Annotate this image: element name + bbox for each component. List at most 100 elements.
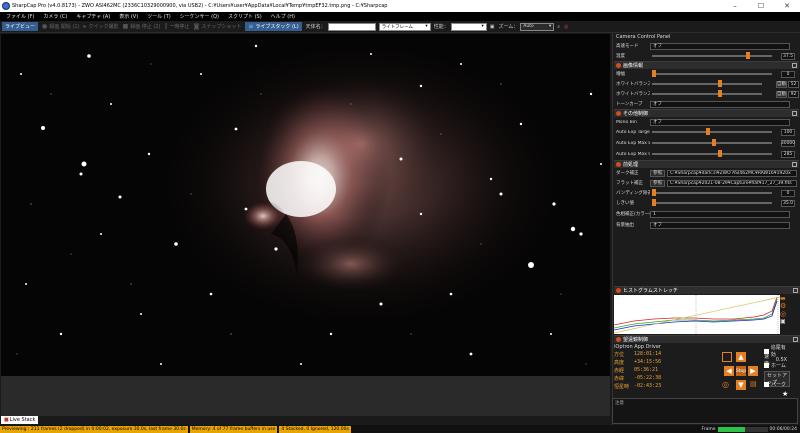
collapse-icon[interactable] <box>792 111 797 116</box>
profile-select[interactable]: ▾ <box>450 22 487 31</box>
flat-label: フラット補正 <box>616 181 643 186</box>
auto-exp-gain-thumb[interactable] <box>718 150 722 157</box>
wb-red-slider[interactable] <box>652 80 762 87</box>
temperature-label: 温度 <box>616 54 625 59</box>
gain-value: 0 <box>781 70 795 78</box>
slew-icon[interactable]: ▤ <box>750 380 757 388</box>
menu-file[interactable]: ファイル (F) <box>6 13 34 20</box>
target-icon[interactable]: ◎ <box>564 22 568 31</box>
wb-blue-auto-button[interactable]: 自動 <box>776 90 787 98</box>
other-section-header[interactable]: その他制御 <box>614 109 799 117</box>
histogram-save-icon[interactable]: ▣ <box>780 318 792 325</box>
profile-label: 性能： <box>433 24 449 30</box>
live-view-button[interactable]: ライブビュー <box>2 22 39 31</box>
target-scope-icon[interactable]: ◎ <box>722 380 729 389</box>
collapse-icon[interactable] <box>793 288 798 293</box>
flat-browse-button[interactable]: 参照 <box>650 179 665 187</box>
home-icon[interactable] <box>722 352 732 362</box>
auto-exp-target-slider[interactable] <box>652 128 772 135</box>
close-button[interactable]: ✕ <box>774 2 800 10</box>
menu-sequencer[interactable]: シーケンサー (Q) <box>180 13 219 20</box>
park-checkbox[interactable]: パーク <box>764 381 786 388</box>
arrow-up-button[interactable]: ▲ <box>736 352 746 362</box>
menu-camera[interactable]: カメラ (C) <box>43 13 67 20</box>
wb-blue-thumb[interactable] <box>718 90 722 97</box>
gain-thumb[interactable] <box>652 70 656 77</box>
preprocess-section-header[interactable]: 前処理 <box>614 160 799 168</box>
background-select[interactable]: オフ <box>650 221 790 229</box>
wb-blue-slider[interactable] <box>652 90 762 97</box>
image-section-header[interactable]: 画像情報 <box>614 61 799 69</box>
dark-browse-button[interactable]: 参照 <box>650 169 665 177</box>
frame-type-select[interactable]: ライトフレーム ▾ <box>378 22 431 31</box>
quick-capture-button[interactable]: ▸ クイック撮影 <box>84 22 119 31</box>
histogram-section: ヒストグラムストレッチ <box>614 286 800 294</box>
live-stack-button[interactable]: ≡ ライブスタック (L) <box>245 22 302 31</box>
auto-exp-target-row: Auto Exp Target Brightness 100 <box>614 127 799 138</box>
zoom-select[interactable]: Auto ▾ <box>520 22 555 31</box>
auto-exp-target-thumb[interactable] <box>706 128 710 135</box>
notes-area[interactable]: 注意 <box>612 398 798 424</box>
high-speed-select[interactable]: オフ <box>650 42 790 50</box>
threshold-slider[interactable] <box>652 199 772 206</box>
histogram-settings-icon[interactable]: ⚙ <box>780 302 792 310</box>
pause-label: 一時停止 <box>169 24 190 30</box>
wb-red-thumb[interactable] <box>718 80 722 87</box>
threshold-value: 35.0 <box>781 199 795 207</box>
snapshot-button[interactable]: ◙ スナップショット <box>194 22 242 31</box>
gain-slider[interactable] <box>652 70 772 77</box>
threshold-thumb[interactable] <box>652 199 656 206</box>
minimize-button[interactable]: – <box>722 2 748 10</box>
temperature-slider[interactable] <box>652 52 772 59</box>
histogram-zoom-icon[interactable]: ▬ <box>780 295 792 302</box>
home-checkbox[interactable]: ホーム <box>764 362 786 369</box>
target-name-input[interactable] <box>327 22 376 31</box>
image-viewer[interactable] <box>1 34 610 376</box>
mono-bin-select[interactable]: オフ <box>650 118 790 126</box>
banding-thumb[interactable] <box>652 189 656 196</box>
stop-capture-button[interactable]: ■ 録画 停止 (2) <box>123 22 161 31</box>
temperature-thumb[interactable] <box>746 52 750 59</box>
pause-button[interactable]: ‖ 一時停止 <box>165 22 190 31</box>
tab-live-stack[interactable]: ■ Live Stack <box>1 416 39 424</box>
search-icon[interactable]: ⌕ <box>557 22 560 31</box>
target-label: 天体名： <box>305 24 326 30</box>
menu-capture[interactable]: キャプチャ (A) <box>76 13 110 20</box>
status-memory: Memory: 4 of 77 frame buffers in use <box>189 425 278 433</box>
high-speed-row: 高速モード オフ <box>614 41 799 51</box>
status-previewing: Previewing : 211 frames (2 dropped) in 0… <box>0 425 188 433</box>
start-capture-button[interactable]: ● 録画 開始 (1) <box>42 22 80 31</box>
temperature-row: 温度 37.5 <box>614 51 799 61</box>
auto-exp-max-slider[interactable] <box>652 139 772 146</box>
tone-curve-select[interactable]: オフ <box>650 100 790 108</box>
menu-scripting[interactable]: スクリプト (S) <box>228 13 262 20</box>
dec-label: 赤緯 <box>614 375 625 382</box>
scope-section-header[interactable]: 望遠鏡制御 <box>614 335 800 343</box>
arrow-down-button[interactable]: ▼ <box>736 380 746 390</box>
arrow-right-button[interactable]: ▶ <box>748 366 758 376</box>
histogram-section-header[interactable]: ヒストグラムストレッチ <box>614 286 800 294</box>
chevron-down-icon: ▾ <box>481 24 484 29</box>
wb-red-auto-button[interactable]: 自動 <box>776 80 787 88</box>
auto-exp-max-thumb[interactable] <box>712 139 716 146</box>
color-correction-select[interactable]: 1 <box>650 210 790 218</box>
flat-path[interactable]: C:¥Sharpcap¥2021-08-29¥Capture¥flat¥17_2… <box>667 179 797 187</box>
banding-slider[interactable] <box>652 189 772 196</box>
histogram-reset-icon[interactable]: ◎ <box>780 310 792 318</box>
dark-label: ダーク補正 <box>616 171 639 176</box>
auto-exp-target-label: Auto Exp Target Brightness <box>616 130 650 135</box>
histogram-graph[interactable] <box>613 295 781 334</box>
arrow-left-button[interactable]: ◀ <box>724 366 734 376</box>
stop-button[interactable]: Stop <box>736 366 746 376</box>
dark-path[interactable]: C:¥Sharpcap¥dark.sl¥ZWO ASI462MC¥RAW16¥1… <box>667 169 797 177</box>
auto-exp-gain-slider[interactable] <box>652 150 772 157</box>
menu-help[interactable]: ヘルプ (H) <box>271 13 295 20</box>
menu-view[interactable]: 表示 (V) <box>119 13 138 20</box>
star-icon[interactable]: ★ <box>782 390 788 398</box>
collapse-icon[interactable] <box>792 63 797 68</box>
collapse-icon[interactable] <box>793 337 798 342</box>
collapse-icon[interactable] <box>792 162 797 167</box>
maximize-button[interactable]: ☐ <box>748 2 774 10</box>
menu-tools[interactable]: ツール (T) <box>147 13 171 20</box>
live-view-label: ライブビュー <box>5 24 36 30</box>
